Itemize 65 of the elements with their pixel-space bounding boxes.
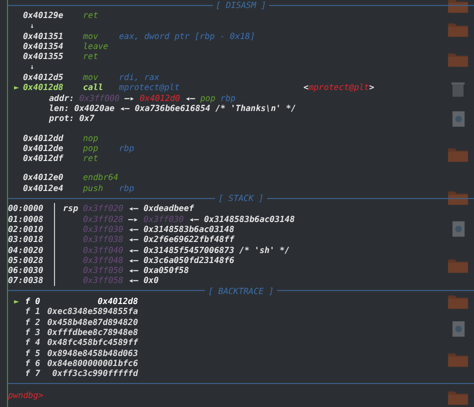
operands: rbp bbox=[119, 182, 134, 194]
backtrace-frame[interactable]: ► f 0 0x4012d8 bbox=[8, 296, 474, 306]
address: 0x4012de bbox=[23, 142, 64, 154]
mnemonic: endbr64 bbox=[83, 172, 119, 183]
mnemonic: ret bbox=[83, 10, 100, 21]
backtrace-frame[interactable]: f 6 0x84e800000001bfc6 bbox=[8, 358, 474, 368]
stack-offset: 02:0010 bbox=[8, 224, 55, 234]
address: 0x4012d5 bbox=[23, 72, 64, 82]
mnemonic: mov bbox=[83, 72, 100, 82]
section-title: [ STACK ] bbox=[218, 192, 264, 204]
address: 0x40129e bbox=[23, 10, 64, 21]
address: 0x401351 bbox=[23, 30, 64, 42]
stack-offset: 07:0038 bbox=[8, 275, 55, 286]
operands: eax, dword ptr [rbp - 0x18] bbox=[119, 30, 256, 42]
stack-offset: 04:0020 bbox=[8, 244, 55, 255]
backtrace-frame[interactable]: f 2 0x458b48e87d894820 bbox=[8, 316, 474, 327]
backtrace-frame[interactable]: f 1 0xec8348e5894855fa bbox=[8, 306, 474, 317]
call-target: <mprotect@plt> bbox=[304, 82, 374, 93]
stack-offset: 03:0018 bbox=[8, 234, 55, 245]
section-title: [ DISASM ] bbox=[216, 0, 266, 10]
stack-offset: 00:0000 bbox=[8, 203, 55, 214]
operands: mprotect@plt bbox=[119, 82, 180, 93]
address: 0x4012e4 bbox=[23, 182, 64, 194]
stack-value: 0x3ff048 ◂— 0x3c6a050fd23148f6 bbox=[83, 254, 234, 266]
mnemonic: ret bbox=[83, 51, 100, 62]
backtrace-frame[interactable]: f 7 0xff3c3c990fffffd bbox=[8, 368, 474, 378]
address: 0x4012e0 bbox=[23, 172, 64, 183]
backtrace-frame[interactable]: f 5 0x8948e8458b48d063 bbox=[8, 348, 474, 358]
argument-name: addr: bbox=[48, 92, 74, 103]
stack-value: 0x3ff040 ◂— 0x31485f5457006873 /* 'sh' */ bbox=[83, 244, 290, 255]
argument-value: 0x7 bbox=[79, 113, 94, 124]
address: 0x4012df bbox=[23, 153, 64, 164]
stack-value: 0x3ff030 ◂— 0x3148583b6ac03148 bbox=[83, 224, 234, 234]
stack-value: 0x3ff050 ◂— 0xa050f58 bbox=[83, 265, 189, 276]
address: 0x4012dd bbox=[23, 132, 64, 143]
mnemonic: leave bbox=[83, 41, 110, 52]
argument-value: 0x4020ae ◂— 0xa736b6e616854 /* 'Thanks\n' */ bbox=[74, 102, 296, 114]
folder-icon[interactable] bbox=[447, 0, 469, 14]
operands: rbp bbox=[119, 142, 134, 154]
operands: rdi, rax bbox=[119, 72, 160, 82]
mnemonic: call bbox=[83, 82, 104, 93]
stack-value: 0x3ff028 —▸ 0x3ff030 ◂— 0x3148583b6ac03148 bbox=[83, 214, 295, 224]
address: 0x401355 bbox=[23, 51, 64, 62]
argument-name: prot: bbox=[48, 113, 74, 124]
mnemonic: push bbox=[83, 182, 104, 194]
backtrace-frame[interactable]: f 4 0x48fc458bfc4589ff bbox=[8, 337, 474, 348]
mnemonic: pop bbox=[83, 142, 100, 154]
address: 0x4012d8 bbox=[23, 82, 64, 93]
backtrace-frame[interactable]: f 3 0xfffdbee8c78948e8 bbox=[8, 326, 474, 338]
current-marker: ► bbox=[13, 82, 20, 93]
section-title: [ BACKTRACE ] bbox=[208, 286, 274, 296]
stack-value: 0x3ff038 ◂— 0x2f6e69622fbf48ff bbox=[83, 234, 234, 245]
register-label: rsp bbox=[62, 203, 80, 214]
stack-offset: 05:0028 bbox=[8, 254, 55, 266]
address: 0x401354 bbox=[23, 41, 64, 52]
stack-value: 0x3ff020 ◂— 0xdeadbeef bbox=[83, 203, 194, 214]
mnemonic: mov bbox=[83, 30, 100, 42]
command-prompt: pwndbg> bbox=[8, 388, 44, 401]
mnemonic: ret bbox=[83, 153, 100, 164]
stack-value: 0x3ff058 ◂— 0x0 bbox=[83, 275, 159, 286]
stack-offset: 06:0030 bbox=[8, 265, 55, 276]
argument-name: len: bbox=[48, 102, 70, 114]
stack-offset: 01:0008 bbox=[8, 214, 55, 224]
argument-value: 0x3ff000 —▸ 0x4012d0 ◂— pop rbp bbox=[79, 92, 236, 103]
mnemonic: nop bbox=[83, 132, 100, 143]
